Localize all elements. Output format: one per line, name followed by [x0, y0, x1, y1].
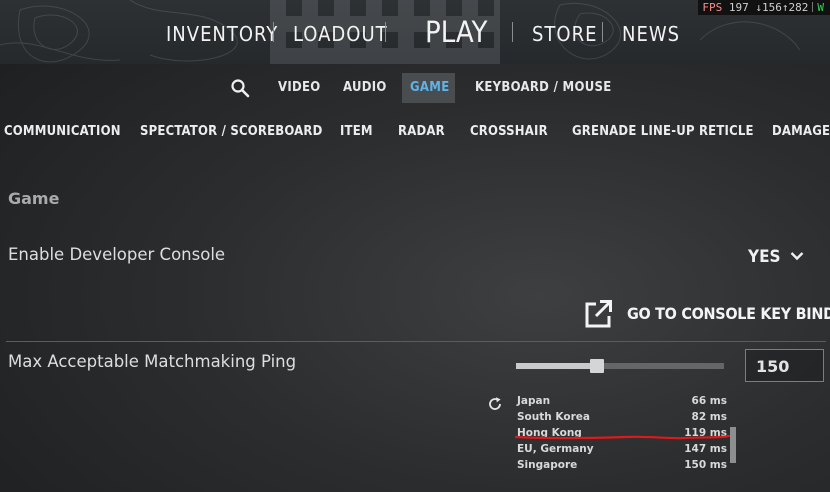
fps-divider — [812, 2, 814, 12]
nav-separator — [602, 22, 603, 42]
fps-counter: FPS 197 ↓156↑282 W — [698, 0, 830, 15]
region-ping: 150 ms — [684, 459, 727, 471]
region-row: Hong Kong 119 ms — [517, 427, 727, 443]
console-key-binding-label: GO TO CONSOLE KEY BINDING — [627, 304, 830, 323]
max-ping-label: Max Acceptable Matchmaking Ping — [8, 352, 297, 371]
region-ping: 119 ms — [684, 427, 727, 439]
nav-store[interactable]: STORE — [532, 22, 597, 46]
subtab-communication[interactable]: COMMUNICATION — [4, 124, 121, 139]
region-name: Singapore — [517, 459, 578, 471]
game-settings-subtabs: COMMUNICATION SPECTATOR / SCOREBOARD ITE… — [0, 116, 830, 146]
nav-play[interactable]: PLAY — [425, 15, 487, 49]
search-icon[interactable] — [230, 78, 250, 98]
region-row: Singapore 150 ms — [517, 459, 727, 475]
chevron-down-icon — [790, 252, 804, 261]
external-link-icon — [585, 300, 612, 328]
dev-console-dropdown[interactable]: YES — [748, 247, 804, 271]
tab-audio[interactable]: AUDIO — [343, 80, 387, 95]
divider — [6, 341, 826, 342]
max-ping-slider-fill — [516, 363, 598, 369]
fps-low: ↓156 — [755, 1, 782, 14]
nav-separator — [273, 22, 274, 42]
region-name: EU, Germany — [517, 443, 594, 455]
section-title: Game — [8, 189, 60, 208]
nav-inventory[interactable]: INVENTORY — [166, 22, 278, 46]
subtab-crosshair[interactable]: CROSSHAIR — [470, 124, 548, 139]
settings-category-bar: VIDEO AUDIO GAME KEYBOARD / MOUSE — [0, 72, 830, 104]
dev-console-value: YES — [748, 247, 781, 267]
region-ping: 66 ms — [691, 395, 727, 407]
region-row: EU, Germany 147 ms — [517, 443, 727, 459]
fps-value: 197 — [728, 1, 749, 14]
region-ping: 82 ms — [691, 411, 727, 423]
tab-keyboard-mouse[interactable]: KEYBOARD / MOUSE — [475, 80, 612, 95]
subtab-damage[interactable]: DAMAGE — [772, 124, 830, 139]
region-list-scrollbar[interactable] — [730, 427, 736, 463]
region-row: South Korea 82 ms — [517, 411, 727, 427]
max-ping-input[interactable]: 150 — [745, 349, 824, 382]
nav-news[interactable]: NEWS — [622, 22, 680, 46]
tab-game[interactable]: GAME — [410, 80, 449, 95]
top-navigation-bar: INVENTORY LOADOUT PLAY STORE NEWS FPS 19… — [0, 0, 830, 64]
subtab-item[interactable]: ITEM — [340, 124, 373, 139]
fps-high: ↑282 — [781, 1, 809, 14]
fps-indicator: W — [817, 1, 824, 14]
subtab-radar[interactable]: RADAR — [398, 124, 445, 139]
refresh-icon[interactable] — [487, 396, 503, 412]
fps-label: FPS — [702, 1, 723, 14]
max-ping-slider-handle[interactable] — [590, 359, 605, 373]
nav-separator — [385, 22, 386, 42]
tab-video[interactable]: VIDEO — [278, 80, 321, 95]
dev-console-label: Enable Developer Console — [8, 245, 226, 264]
nav-loadout[interactable]: LOADOUT — [293, 22, 388, 46]
subtab-grenade-lineup-reticle[interactable]: GRENADE LINE-UP RETICLE — [572, 124, 754, 139]
region-name: Hong Kong — [517, 427, 582, 439]
subtab-spectator-scoreboard[interactable]: SPECTATOR / SCOREBOARD — [140, 124, 323, 139]
region-ping: 147 ms — [684, 443, 727, 455]
region-row: Japan 66 ms — [517, 395, 727, 411]
region-name: South Korea — [517, 411, 590, 423]
nav-separator — [512, 22, 513, 42]
max-ping-slider[interactable] — [516, 359, 724, 373]
region-name: Japan — [517, 395, 551, 407]
